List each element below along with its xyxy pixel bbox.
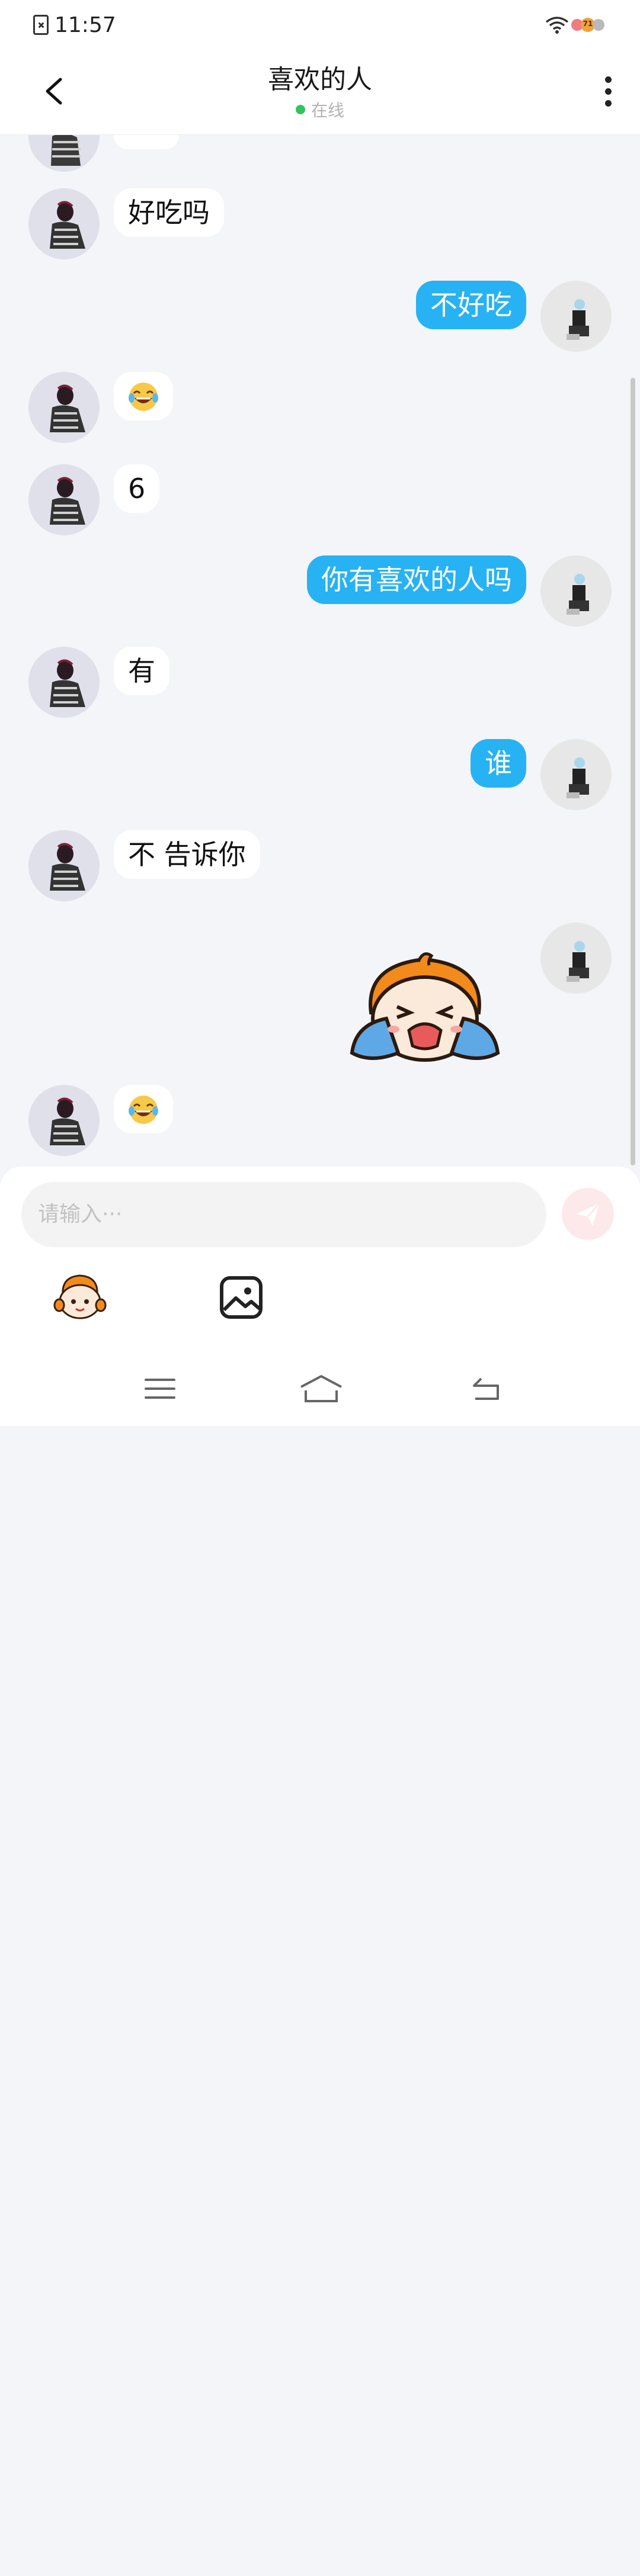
- contact-avatar[interactable]: [28, 647, 100, 718]
- online-indicator: [295, 104, 305, 114]
- message-row: 不好吃: [0, 281, 640, 354]
- more-dot: [604, 76, 612, 83]
- sticker-button-icon[interactable]: [53, 1271, 107, 1324]
- menu-nav-icon[interactable]: [142, 1374, 178, 1403]
- girl-avatar-icon: [50, 1097, 85, 1145]
- my-avatar[interactable]: [540, 281, 612, 352]
- message-bubble[interactable]: 不 告诉你: [114, 830, 260, 879]
- contact-avatar[interactable]: [28, 1085, 100, 1156]
- back-nav-icon[interactable]: [469, 1374, 505, 1403]
- no-sim-icon: [33, 15, 49, 35]
- chat-header: 喜欢的人 在线: [0, 50, 640, 135]
- girl-avatar-icon: [50, 384, 85, 432]
- send-button[interactable]: [562, 1188, 614, 1240]
- laughing-tears-emoji-icon: [129, 1095, 158, 1124]
- message-row: 谁: [0, 739, 640, 812]
- more-dot: [604, 99, 612, 107]
- more-dot: [604, 88, 612, 95]
- message-row: 6: [0, 464, 640, 538]
- message-row: [0, 135, 640, 172]
- boy-avatar-icon: [567, 299, 589, 340]
- message-bubble[interactable]: 谁: [471, 739, 526, 788]
- back-arrow-icon[interactable]: [39, 75, 72, 108]
- crying-mascot-sticker[interactable]: [347, 947, 503, 1068]
- contact-avatar[interactable]: [28, 135, 100, 172]
- laughing-tears-emoji-icon: [129, 382, 158, 411]
- message-row: 好吃吗: [0, 188, 640, 262]
- more-options-button[interactable]: [590, 73, 626, 109]
- message-bubble[interactable]: 好吃吗: [114, 188, 224, 237]
- emoji-bubble[interactable]: [114, 1085, 173, 1133]
- message-row: 不 告诉你: [0, 830, 640, 904]
- contact-avatar[interactable]: [28, 188, 100, 259]
- home-nav-icon[interactable]: [297, 1373, 345, 1405]
- online-status: 在线: [311, 100, 344, 120]
- status-dot-gray: [593, 19, 604, 31]
- message-row: 你有喜欢的人吗: [0, 555, 640, 629]
- status-time: 11:57: [55, 12, 116, 37]
- send-plane-icon: [576, 1202, 601, 1226]
- message-row: [0, 1085, 640, 1158]
- boy-avatar-icon: [567, 574, 589, 615]
- contact-avatar[interactable]: [28, 372, 100, 443]
- message-row: [0, 372, 640, 445]
- image-picker-icon[interactable]: [215, 1271, 268, 1324]
- message-list[interactable]: 好吃吗 不好吃 6 你有喜欢的人吗 有 谁 不 告诉你: [0, 135, 640, 1167]
- girl-avatar-icon: [51, 135, 81, 166]
- message-row: 有: [0, 647, 640, 720]
- status-bar: 11:57 71: [0, 0, 640, 50]
- message-bubble[interactable]: 有: [114, 647, 169, 695]
- message-bubble[interactable]: 不好吃: [416, 281, 526, 329]
- my-avatar[interactable]: [540, 555, 612, 627]
- wifi-icon: [545, 17, 569, 34]
- message-bubble-partial[interactable]: [114, 135, 179, 149]
- boy-avatar-icon: [567, 757, 589, 798]
- my-avatar[interactable]: [540, 739, 612, 810]
- contact-avatar[interactable]: [28, 830, 100, 901]
- notification-dots: 71: [571, 18, 604, 32]
- contact-avatar[interactable]: [28, 464, 100, 535]
- emoji-bubble[interactable]: [114, 372, 173, 420]
- message-bubble[interactable]: 6: [114, 464, 160, 513]
- system-nav-bar: [0, 2535, 640, 2576]
- girl-avatar-icon: [50, 477, 85, 525]
- contact-info: 喜欢的人 在线: [268, 63, 372, 121]
- message-row: [0, 923, 640, 1062]
- girl-avatar-icon: [50, 659, 85, 707]
- my-avatar[interactable]: [540, 923, 612, 994]
- message-bubble[interactable]: 你有喜欢的人吗: [307, 555, 526, 604]
- contact-name: 喜欢的人: [268, 64, 372, 95]
- girl-avatar-icon: [50, 843, 85, 891]
- girl-avatar-icon: [50, 201, 85, 249]
- message-input[interactable]: 请输入···: [21, 1182, 546, 1247]
- boy-avatar-icon: [567, 941, 589, 982]
